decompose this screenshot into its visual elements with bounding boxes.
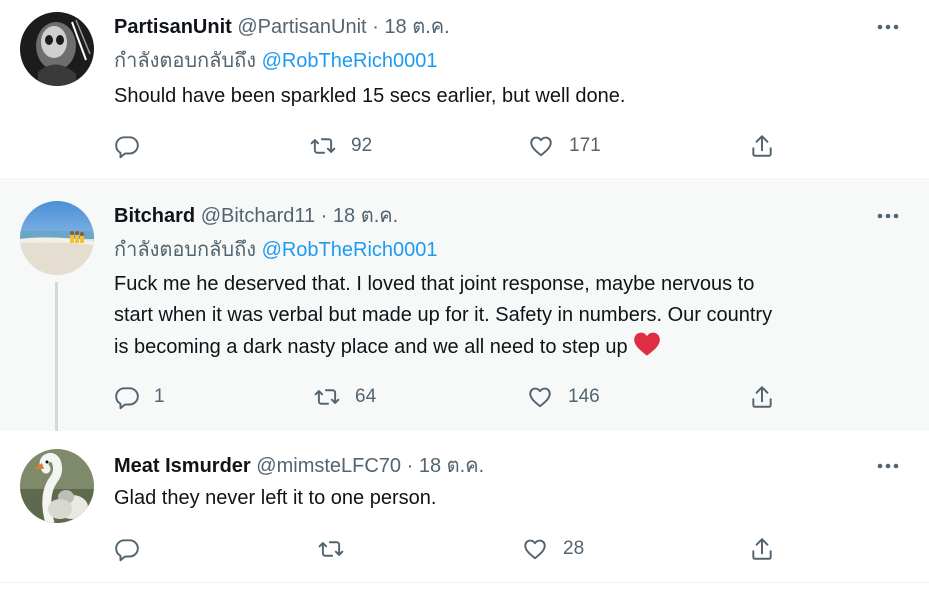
retweet-icon bbox=[309, 133, 337, 159]
reply-button[interactable]: 1 bbox=[114, 384, 165, 410]
retweet-count: 64 bbox=[355, 386, 377, 407]
avatar[interactable] bbox=[20, 201, 94, 275]
like-icon bbox=[521, 536, 549, 562]
tweet-header: PartisanUnit @PartisanUnit · 18 ต.ค. bbox=[114, 14, 450, 40]
share-icon bbox=[749, 536, 775, 562]
replying-to: กำลังตอบกลับถึง @RobTheRich0001 bbox=[114, 48, 438, 74]
reply-icon bbox=[114, 133, 140, 159]
share-button[interactable] bbox=[749, 133, 775, 159]
tweet-date[interactable]: 18 ต.ค. bbox=[419, 455, 484, 477]
author-handle[interactable]: @mimsteLFC70 bbox=[256, 455, 401, 477]
retweet-icon bbox=[313, 384, 341, 410]
like-count: 28 bbox=[563, 538, 585, 559]
tweet-bitchard[interactable]: Bitchard @Bitchard11 · 18 ต.ค. กำลังตอบก… bbox=[0, 181, 929, 441]
author-handle[interactable]: @PartisanUnit bbox=[237, 16, 366, 38]
retweet-button[interactable]: 92 bbox=[309, 133, 372, 159]
tweet-header: Meat Ismurder @mimsteLFC70 · 18 ต.ค. bbox=[114, 453, 484, 479]
more-icon[interactable] bbox=[875, 14, 901, 40]
share-button[interactable] bbox=[749, 536, 775, 562]
author-handle[interactable]: @Bitchard11 bbox=[201, 205, 315, 227]
more-icon[interactable] bbox=[875, 453, 901, 479]
like-button[interactable]: 28 bbox=[521, 536, 584, 562]
replying-to-label: กำลังตอบกลับถึง bbox=[114, 50, 256, 72]
retweet-count: 92 bbox=[351, 135, 373, 156]
share-button[interactable] bbox=[749, 384, 775, 410]
thread-connector bbox=[55, 282, 58, 441]
tweet-text: Fuck me he deserved that. I loved that j… bbox=[114, 269, 904, 367]
retweet-button[interactable] bbox=[317, 536, 359, 562]
tweet-text-line: is becoming a dark nasty place and we al… bbox=[114, 331, 904, 367]
like-count: 146 bbox=[568, 386, 600, 407]
red-heart-emoji bbox=[633, 331, 661, 367]
tweet-header: Bitchard @Bitchard11 · 18 ต.ค. bbox=[114, 203, 398, 229]
retweet-icon bbox=[317, 536, 345, 562]
tweet-date[interactable]: 18 ต.ค. bbox=[333, 205, 398, 227]
more-icon[interactable] bbox=[875, 203, 901, 229]
tweet-text-line: start when it was verbal but made up for… bbox=[114, 304, 773, 326]
separator: · bbox=[406, 455, 414, 477]
like-count: 171 bbox=[569, 135, 601, 156]
like-icon bbox=[526, 384, 554, 410]
avatar[interactable] bbox=[20, 12, 94, 86]
tweet-meatismurder[interactable]: Meat Ismurder @mimsteLFC70 · 18 ต.ค. Gla… bbox=[0, 431, 929, 583]
reply-button[interactable] bbox=[114, 536, 154, 562]
tweet-text: Glad they never left it to one person. bbox=[114, 487, 437, 509]
replying-to-label: กำลังตอบกลับถึง bbox=[114, 239, 256, 261]
reply-icon bbox=[114, 536, 140, 562]
tweet-date[interactable]: 18 ต.ค. bbox=[384, 16, 449, 38]
author-name[interactable]: Bitchard bbox=[114, 205, 195, 227]
like-icon bbox=[527, 133, 555, 159]
reply-button[interactable] bbox=[114, 133, 154, 159]
like-button[interactable]: 146 bbox=[526, 384, 600, 410]
mention-link[interactable]: @RobTheRich0001 bbox=[262, 239, 438, 261]
tweet-text-line: Fuck me he deserved that. I loved that j… bbox=[114, 273, 755, 295]
author-name[interactable]: Meat Ismurder bbox=[114, 455, 251, 477]
like-button[interactable]: 171 bbox=[527, 133, 601, 159]
avatar[interactable] bbox=[20, 449, 94, 523]
separator: · bbox=[372, 16, 379, 38]
tweet-partisanunit[interactable]: PartisanUnit @PartisanUnit · 18 ต.ค. กำล… bbox=[0, 0, 929, 180]
author-name[interactable]: PartisanUnit bbox=[114, 16, 232, 38]
tweet-text: Should have been sparkled 15 secs earlie… bbox=[114, 85, 626, 107]
share-icon bbox=[749, 384, 775, 410]
reply-count: 1 bbox=[154, 386, 165, 407]
separator: · bbox=[320, 205, 328, 227]
replying-to: กำลังตอบกลับถึง @RobTheRich0001 bbox=[114, 237, 438, 263]
reply-icon bbox=[114, 384, 140, 410]
retweet-button[interactable]: 64 bbox=[313, 384, 376, 410]
share-icon bbox=[749, 133, 775, 159]
mention-link[interactable]: @RobTheRich0001 bbox=[262, 50, 438, 72]
